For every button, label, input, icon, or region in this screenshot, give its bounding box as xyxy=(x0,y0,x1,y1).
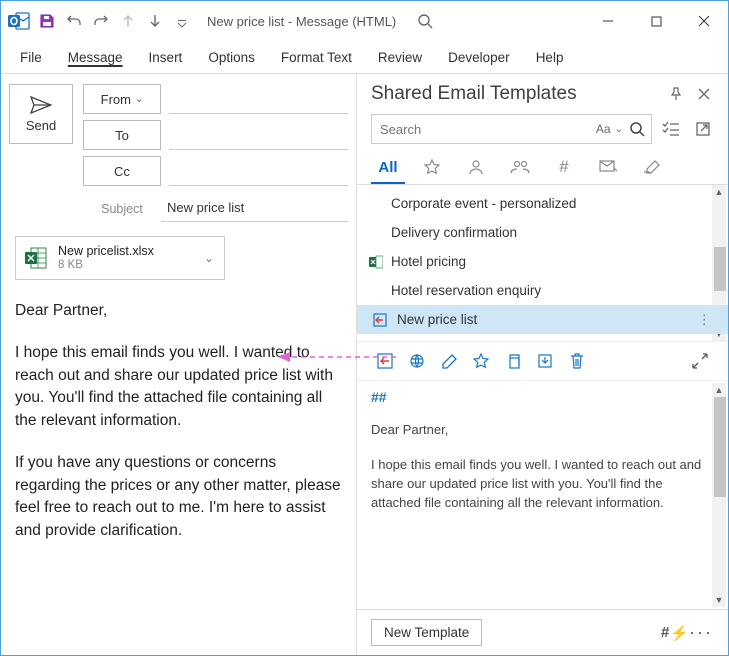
ribbon-insert[interactable]: Insert xyxy=(140,46,192,69)
new-template-button[interactable]: New Template xyxy=(371,619,482,646)
action-edit-icon[interactable] xyxy=(435,348,463,374)
macro-icon[interactable]: #⚡ xyxy=(662,624,688,642)
pin-icon[interactable] xyxy=(664,82,688,106)
ribbon-format-text[interactable]: Format Text xyxy=(272,46,361,69)
font-size-toggle[interactable]: Aa xyxy=(596,122,611,136)
up-arrow-icon[interactable] xyxy=(115,8,141,34)
checklist-icon[interactable] xyxy=(658,116,684,142)
attachment-name: New pricelist.xlsx xyxy=(58,244,192,259)
scrollbar-thumb[interactable] xyxy=(714,247,726,291)
panel-footer: New Template #⚡ ··· xyxy=(357,609,728,655)
send-button[interactable]: Send xyxy=(9,84,73,144)
compose-pane: Send From ⌄ To Cc xyxy=(1,73,356,655)
down-arrow-icon[interactable] xyxy=(142,8,168,34)
ribbon-menu: File Message Insert Options Format Text … xyxy=(1,41,728,73)
send-label: Send xyxy=(26,118,56,133)
scroll-down-icon[interactable]: ▼ xyxy=(712,593,726,607)
qat-overflow-icon[interactable] xyxy=(169,8,195,34)
insert-template-icon xyxy=(371,311,389,329)
minimize-button[interactable] xyxy=(584,1,632,41)
chevron-down-icon: ⌄ xyxy=(135,94,143,105)
filter-hash-icon[interactable]: # xyxy=(547,156,581,184)
undo-icon[interactable] xyxy=(61,8,87,34)
more-icon[interactable]: ··· xyxy=(688,622,714,643)
filter-team-icon[interactable] xyxy=(503,156,537,184)
template-actions xyxy=(357,341,728,381)
template-item-selected[interactable]: New price list ⋮ xyxy=(357,305,728,334)
filter-person-icon[interactable] xyxy=(459,156,493,184)
to-field[interactable] xyxy=(169,120,348,150)
excel-small-icon xyxy=(367,255,385,269)
attachment-chip[interactable]: New pricelist.xlsx 8 KB ⌄ xyxy=(15,236,225,280)
title-search-icon[interactable] xyxy=(405,13,445,29)
action-delete-icon[interactable] xyxy=(563,348,591,374)
preview-scrollbar-thumb[interactable] xyxy=(714,397,726,497)
template-item[interactable]: Delivery confirmation xyxy=(357,218,728,247)
chevron-down-icon[interactable]: ⌄ xyxy=(615,124,623,135)
subject-field[interactable]: New price list xyxy=(161,196,348,222)
template-list: Corporate event - personalized Delivery … xyxy=(357,185,728,338)
outlook-logo-icon xyxy=(5,7,33,35)
ribbon-message[interactable]: Message xyxy=(59,46,132,69)
search-box[interactable]: Aa ⌄ xyxy=(371,114,652,144)
scroll-up-icon[interactable]: ▲ xyxy=(712,383,726,397)
maximize-button[interactable] xyxy=(632,1,680,41)
action-copy-icon[interactable] xyxy=(499,348,527,374)
titlebar: New price list - Message (HTML) xyxy=(1,1,728,41)
cc-button[interactable]: Cc xyxy=(83,156,161,186)
preview-marker: ## xyxy=(371,389,708,405)
close-button[interactable] xyxy=(680,1,728,41)
action-insert-icon[interactable] xyxy=(371,348,399,374)
templates-panel: Shared Email Templates Aa ⌄ xyxy=(356,73,728,655)
to-button[interactable]: To xyxy=(83,120,161,150)
ribbon-developer[interactable]: Developer xyxy=(439,46,519,69)
ribbon-review[interactable]: Review xyxy=(369,46,431,69)
from-field[interactable] xyxy=(169,84,348,114)
email-body[interactable]: Dear Partner, I hope this email finds yo… xyxy=(9,298,348,564)
window-title: New price list - Message (HTML) xyxy=(207,14,396,29)
attachment-menu-icon[interactable]: ⌄ xyxy=(200,251,218,265)
search-input[interactable] xyxy=(378,121,592,138)
preview-body: I hope this email finds you well. I want… xyxy=(371,456,708,513)
ribbon-help[interactable]: Help xyxy=(527,46,573,69)
filter-edit-icon[interactable] xyxy=(635,156,669,184)
search-icon[interactable] xyxy=(629,121,645,137)
template-item[interactable]: Hotel reservation enquiry xyxy=(357,276,728,305)
action-expand-icon[interactable] xyxy=(686,348,714,374)
template-item[interactable]: Corporate event - personalized xyxy=(357,189,728,218)
filter-all[interactable]: All xyxy=(371,156,405,184)
filter-favorites-icon[interactable] xyxy=(415,156,449,184)
template-item[interactable]: Hotel pricing xyxy=(357,247,728,276)
subject-label: Subject xyxy=(83,202,161,216)
attachment-size: 8 KB xyxy=(58,259,192,273)
template-preview: ## Dear Partner, I hope this email finds… xyxy=(371,383,708,607)
excel-file-icon xyxy=(22,244,50,272)
body-para2: If you have any questions or concerns re… xyxy=(15,452,342,542)
scroll-up-icon[interactable]: ▲ xyxy=(712,185,726,199)
redo-icon[interactable] xyxy=(88,8,114,34)
from-button[interactable]: From ⌄ xyxy=(83,84,161,114)
action-import-icon[interactable] xyxy=(531,348,559,374)
body-para1: I hope this email finds you well. I want… xyxy=(15,342,342,432)
action-favorite-icon[interactable] xyxy=(467,348,495,374)
action-link-icon[interactable] xyxy=(403,348,431,374)
panel-close-icon[interactable] xyxy=(692,82,716,106)
panel-title: Shared Email Templates xyxy=(371,83,660,105)
ribbon-options[interactable]: Options xyxy=(199,46,264,69)
ribbon-file[interactable]: File xyxy=(11,46,51,69)
body-greeting: Dear Partner, xyxy=(15,300,342,322)
cc-field[interactable] xyxy=(169,156,348,186)
save-icon[interactable] xyxy=(34,8,60,34)
item-menu-icon[interactable]: ⋮ xyxy=(698,312,713,328)
filter-row: All # xyxy=(357,150,728,185)
preview-greeting: Dear Partner, xyxy=(371,421,708,440)
open-external-icon[interactable] xyxy=(690,116,716,142)
filter-mail-icon[interactable] xyxy=(591,156,625,184)
